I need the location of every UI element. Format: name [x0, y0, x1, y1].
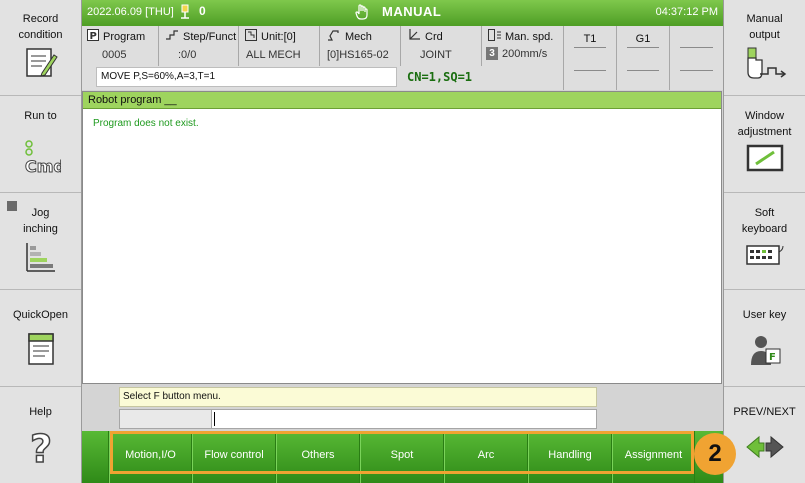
svg-text:Cmd: Cmd [25, 157, 61, 176]
t1-line [574, 47, 606, 48]
fkey-assignment[interactable]: Assignment [612, 431, 695, 483]
fkey-handling[interactable]: Handling [528, 431, 612, 483]
t1-label: T1 [583, 33, 597, 45]
speed-gauge-icon [488, 29, 501, 41]
step-stairs-icon [166, 30, 178, 40]
jog-steps-icon [25, 243, 55, 272]
speed-value: 200mm/s [502, 48, 548, 60]
mech-value: [0]HS165-02 [327, 49, 389, 61]
callout-badge: 2 [694, 433, 736, 475]
program-value: 0005 [102, 49, 127, 61]
empty-line [680, 70, 713, 71]
tool-g1-cell[interactable]: G1 [616, 26, 669, 90]
unit-value: ALL MECH [246, 49, 301, 61]
title-bar: 2022.06.09 [THU] 0 MANUAL 04:37:12 PM [82, 0, 723, 26]
tool-empty-cell[interactable] [669, 26, 723, 90]
alarm-icon [181, 4, 189, 19]
run-to-button[interactable]: Run to Cmd [0, 97, 81, 193]
function-key-bar: Motion,I/O Flow control Others Spot Arc … [82, 431, 723, 483]
jog-inching-button[interactable]: Jog inching [0, 194, 81, 290]
mech-cell[interactable]: Mech [0]HS165-02 [321, 26, 401, 66]
text-caret [214, 412, 215, 426]
fkey-arc[interactable]: Arc [444, 431, 528, 483]
program-message: Program does not exist. [93, 118, 199, 129]
document-icon [27, 333, 54, 365]
quickopen-button[interactable]: QuickOpen [0, 291, 81, 387]
empty-line [680, 47, 713, 48]
jog-inching-label: Jog inching [23, 207, 58, 235]
tool-t1-cell[interactable]: T1 [563, 26, 616, 90]
manual-output-label: Manual output [746, 13, 783, 41]
window-adjustment-button[interactable]: Window adjustment [724, 97, 805, 193]
crd-cell[interactable]: Crd JOINT [402, 26, 482, 66]
crd-value: JOINT [420, 49, 452, 61]
program-cell[interactable]: P Program 0005 [82, 26, 159, 66]
notepad-pencil-icon [25, 48, 58, 77]
crd-label: Crd [425, 31, 443, 43]
question-mark-icon: ? [29, 428, 53, 466]
run-to-label: Run to [24, 110, 57, 122]
mech-label: Mech [345, 31, 372, 43]
left-panel: Record condition Run to Cmd Jog inching … [0, 0, 82, 483]
hand-icon [355, 4, 368, 20]
cn-sq-indicator: CN=1,SQ=1 [407, 70, 473, 84]
g1-label: G1 [635, 33, 651, 45]
status-message-line: Select F button menu. [119, 387, 597, 407]
step-label: Step/Function [183, 31, 237, 43]
unit-cell[interactable]: Unit:[0] ALL MECH [240, 26, 320, 66]
speed-level-badge: 3 [486, 47, 498, 60]
coordinate-icon [409, 29, 420, 40]
help-button[interactable]: Help ? [0, 388, 81, 483]
fkey-others[interactable]: Others [276, 431, 360, 483]
fkey-flow-control[interactable]: Flow control [192, 431, 276, 483]
mode-indicator: MANUAL [382, 4, 442, 19]
user-key-button[interactable]: User key F [724, 291, 805, 387]
window-adjustment-label: Window adjustment [737, 110, 792, 138]
fkey-spot[interactable]: Spot [360, 431, 444, 483]
program-label: Program [103, 31, 146, 43]
quickopen-label: QuickOpen [12, 309, 69, 321]
manual-output-button[interactable]: Manual output [724, 0, 805, 96]
alarm-count: 0 [199, 4, 206, 18]
clock-text: 04:37:12 PM [655, 6, 718, 18]
robot-arm-icon [328, 30, 339, 41]
robot-program-title: Robot program __ [83, 92, 721, 109]
svg-text:P: P [90, 31, 97, 41]
soft-keyboard-button[interactable]: Soft keyboard [724, 194, 805, 290]
prev-next-label: PREV/NEXT [733, 406, 796, 418]
keyboard-icon [745, 245, 783, 265]
input-line[interactable] [119, 409, 597, 429]
right-panel: Manual output Window adjustment Soft key… [723, 0, 805, 483]
svg-text:F: F [769, 352, 776, 363]
speed-cell[interactable]: Man. spd. 3 200mm/s [483, 26, 563, 66]
unit-icon [245, 29, 257, 41]
user-key-label: User key [742, 309, 787, 321]
t1-line [574, 70, 606, 71]
cmd-icon: Cmd [24, 140, 61, 176]
fkey-spacer [82, 431, 109, 483]
step-value: :0/0 [178, 49, 197, 61]
current-command-box: MOVE P,S=60%,A=3,T=1 [96, 67, 397, 87]
user-key-icon: F [750, 336, 780, 365]
unit-label: Unit:[0] [261, 31, 296, 43]
window-resize-icon [746, 144, 783, 172]
status-info-panel: P Program 0005 Step/Function :0/0 Unit:[… [82, 26, 723, 90]
g1-line [627, 70, 659, 71]
soft-keyboard-label: Soft keyboard [741, 207, 788, 235]
prev-next-arrows-icon [745, 435, 784, 459]
program-p-icon: P [87, 29, 99, 41]
prev-next-button[interactable]: PREV/NEXT [724, 388, 805, 483]
robot-program-pane[interactable]: Robot program __ Program does not exist. [82, 91, 722, 384]
fkey-motion-io[interactable]: Motion,I/O [109, 431, 192, 483]
speed-label: Man. spd. [505, 31, 554, 43]
step-cell[interactable]: Step/Function :0/0 [160, 26, 239, 66]
svg-text:?: ? [30, 428, 52, 466]
date-text: 2022.06.09 [THU] [87, 6, 174, 18]
help-label: Help [29, 406, 52, 418]
record-condition-button[interactable]: Record condition [0, 0, 81, 96]
hand-output-icon [746, 47, 786, 79]
record-condition-label: Record condition [18, 13, 63, 41]
g1-line [627, 47, 659, 48]
input-prompt-area [120, 410, 212, 428]
